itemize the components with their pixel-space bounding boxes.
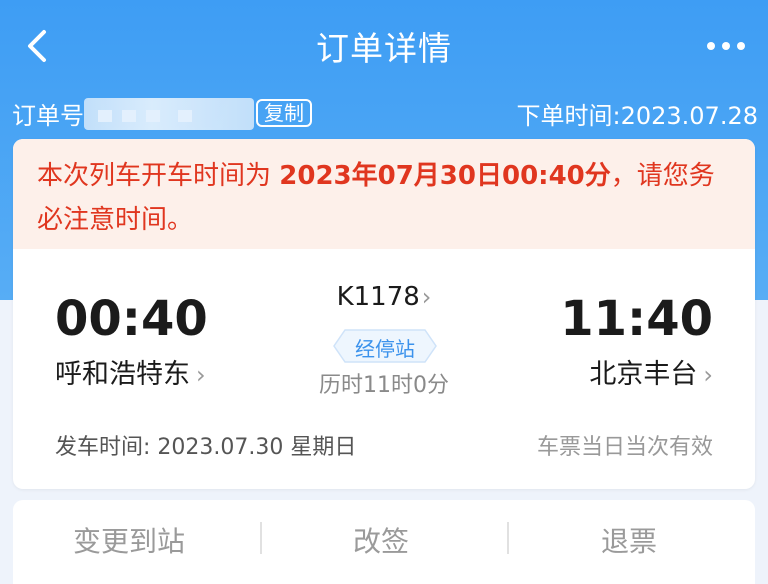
train-number-text: K1178 <box>336 282 420 312</box>
ticket-validity: 车票当日当次有效 <box>536 435 713 460</box>
stops-button[interactable]: 经停站 <box>333 329 437 363</box>
page-title: 订单详情 <box>316 29 452 68</box>
divider <box>507 522 509 554</box>
notice-prefix: 本次列车开车时间为 <box>37 161 280 191</box>
action-bar: 变更到站 改签 退票 <box>13 500 755 584</box>
navbar: 订单详情 <box>0 0 768 92</box>
stops-label: 经停站 <box>355 337 415 361</box>
arrival-station-name: 北京丰台 <box>589 359 698 390</box>
refund-button[interactable]: 退票 <box>601 520 657 560</box>
order-time: 下单时间:2023.07.28 <box>516 102 759 130</box>
arrival-time: 11:40 <box>560 291 713 347</box>
mask-block <box>178 110 192 122</box>
copy-button[interactable]: 复制 <box>256 99 312 127</box>
departure-notice: 本次列车开车时间为 2023年07月30日00:40分，请您务必注意时间。 <box>13 139 755 249</box>
more-dots-icon[interactable] <box>706 40 746 52</box>
divider <box>260 522 262 554</box>
mask-block <box>98 110 112 122</box>
mask-block <box>146 110 160 122</box>
reschedule-button[interactable]: 改签 <box>353 520 409 560</box>
order-number-label: 订单号 <box>12 102 84 130</box>
order-number-masked <box>84 98 254 130</box>
chevron-right-icon: › <box>703 361 713 389</box>
order-info-row: 订单号 复制 下单时间:2023.07.28 <box>0 92 768 134</box>
arrival-station[interactable]: 北京丰台 › <box>589 352 713 391</box>
notice-highlight: 2023年07月30日00:40分 <box>279 161 611 191</box>
departure-date: 发车时间: 2023.07.30 星期日 <box>55 435 357 460</box>
mask-block <box>122 110 136 122</box>
change-destination-button[interactable]: 变更到站 <box>73 520 185 560</box>
trip-card: 本次列车开车时间为 2023年07月30日00:40分，请您务必注意时间。 00… <box>13 139 755 489</box>
chevron-right-icon: › <box>421 283 432 311</box>
